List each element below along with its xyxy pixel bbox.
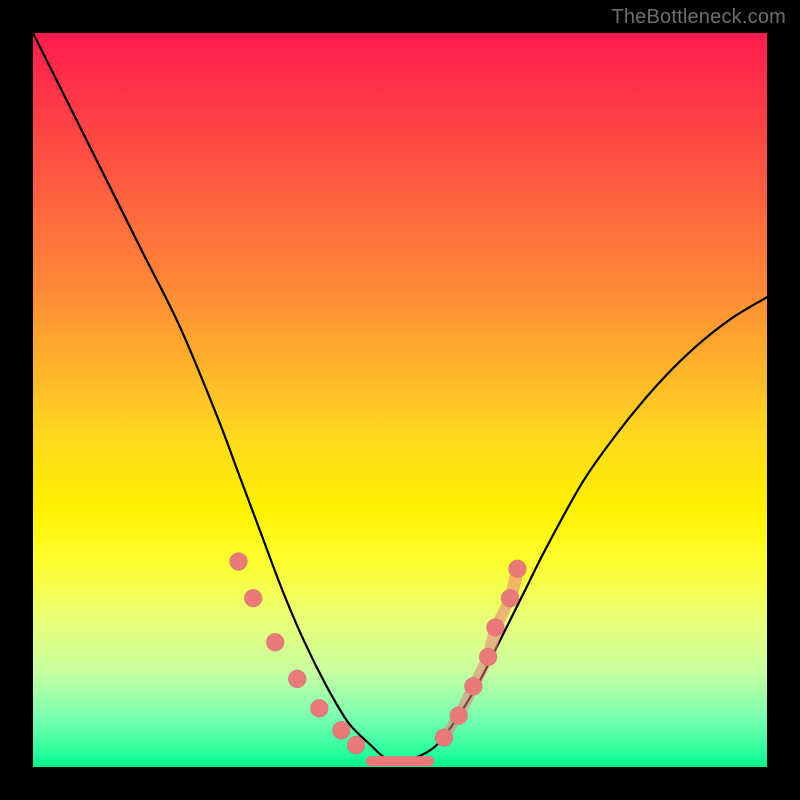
bottleneck-curve bbox=[33, 33, 767, 763]
watermark-text: TheBottleneck.com bbox=[611, 6, 786, 29]
plot-area bbox=[33, 33, 767, 767]
marker-dot bbox=[310, 699, 328, 717]
markers-left bbox=[230, 553, 366, 755]
marker-dot bbox=[347, 736, 365, 754]
chart-frame: TheBottleneck.com bbox=[0, 0, 800, 800]
marker-dot bbox=[244, 589, 262, 607]
marker-dot bbox=[288, 670, 306, 688]
chart-overlay bbox=[33, 33, 767, 767]
marker-dot bbox=[230, 553, 248, 571]
marker-dot bbox=[332, 721, 350, 739]
marker-dot bbox=[266, 633, 284, 651]
